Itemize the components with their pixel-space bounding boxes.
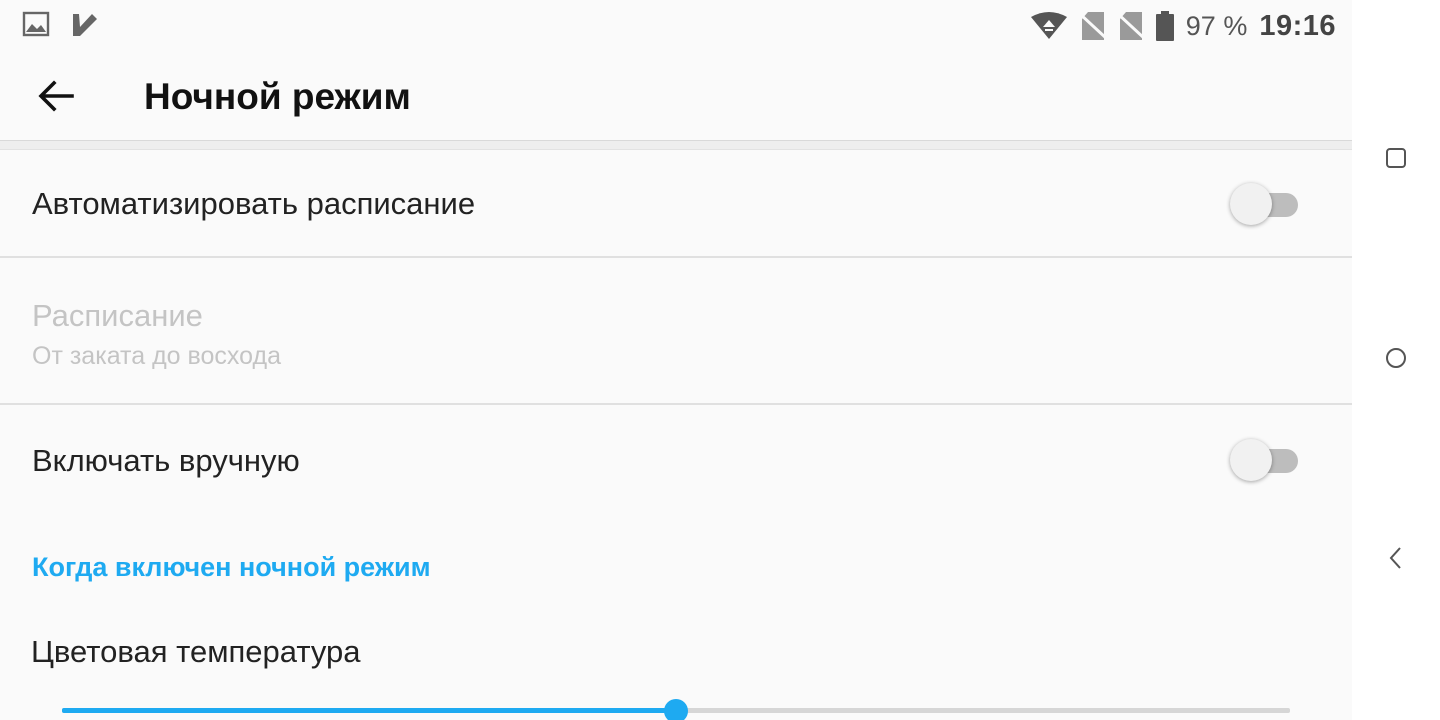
battery-level: 97 % xyxy=(1185,10,1248,41)
image-icon xyxy=(22,10,50,43)
screen: 97 % 19:16 Ночной режим Автоматизировать… xyxy=(0,0,1440,720)
slider-fill xyxy=(62,708,676,713)
manual-title: Включать вручную xyxy=(32,443,300,478)
auto-schedule-switch[interactable] xyxy=(1230,181,1298,227)
schedule-title: Расписание xyxy=(32,298,203,333)
manual-switch[interactable] xyxy=(1230,437,1298,483)
nav-back-button[interactable] xyxy=(1376,540,1416,580)
toolbar-divider xyxy=(0,140,1352,150)
app: 97 % 19:16 Ночной режим Автоматизировать… xyxy=(0,0,1352,720)
color-temperature-title: Цветовая температура xyxy=(31,634,361,669)
home-button[interactable] xyxy=(1376,340,1416,380)
arrow-left-icon xyxy=(36,76,76,121)
wifi-icon xyxy=(1030,12,1068,40)
clock: 19:16 xyxy=(1259,9,1336,42)
triangle-back-icon xyxy=(1386,545,1406,576)
auto-schedule-row[interactable]: Автоматизировать расписание xyxy=(0,150,1352,258)
auto-schedule-title: Автоматизировать расписание xyxy=(32,186,476,221)
no-sim-icon xyxy=(1079,11,1106,41)
back-button[interactable] xyxy=(24,66,88,130)
slider-knob[interactable] xyxy=(664,699,688,720)
circle-home-icon xyxy=(1384,346,1408,375)
section-header: Когда включен ночной режим xyxy=(32,552,431,582)
switch-thumb xyxy=(1230,183,1272,225)
status-icons: 97 % 19:16 xyxy=(1030,8,1336,44)
battery-icon xyxy=(1155,11,1174,41)
color-temperature-slider[interactable] xyxy=(62,694,1290,720)
manual-row[interactable]: Включать вручную xyxy=(0,405,1352,517)
switch-thumb xyxy=(1230,439,1272,481)
check-app-icon xyxy=(70,10,100,45)
recents-button[interactable] xyxy=(1376,140,1416,180)
schedule-row: Расписание От заката до восхода xyxy=(0,258,1352,404)
page-title: Ночной режим xyxy=(144,76,411,117)
navigation-bar xyxy=(1352,0,1440,720)
toolbar: Ночной режим xyxy=(0,54,1352,140)
no-sim-icon xyxy=(1117,11,1144,41)
square-recents-icon xyxy=(1385,147,1407,174)
schedule-summary: От заката до восхода xyxy=(32,342,281,370)
status-bar: 97 % 19:16 xyxy=(0,0,1352,54)
